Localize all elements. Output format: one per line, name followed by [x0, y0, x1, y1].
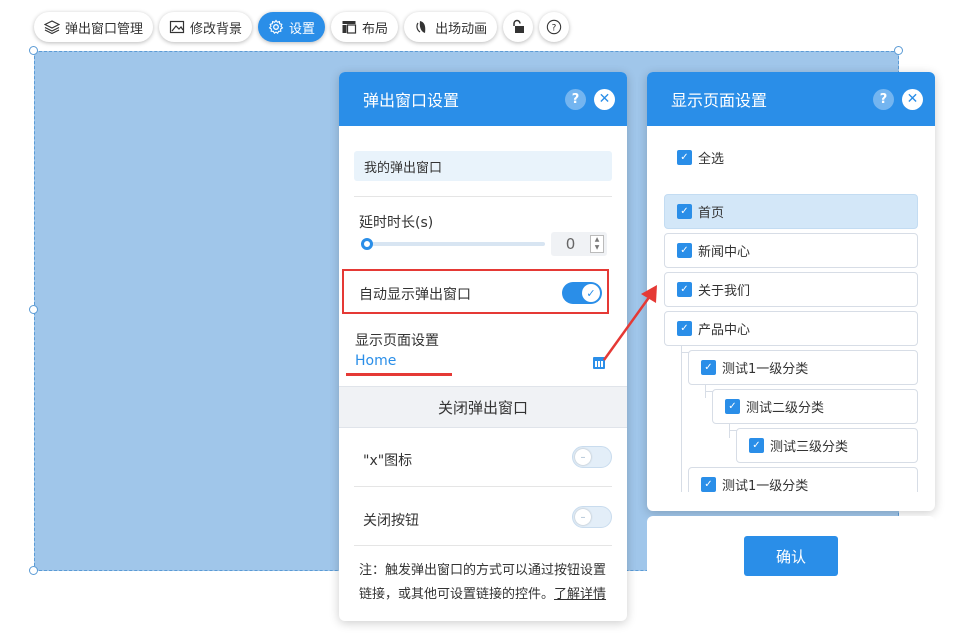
close-icon[interactable]: ✕ [594, 88, 615, 110]
close-button-label: 关闭按钮 [363, 513, 419, 529]
delay-stepper[interactable]: ▲ ▼ [590, 235, 604, 253]
help-button[interactable]: ? [539, 12, 570, 42]
divider [354, 545, 612, 546]
close-button-toggle[interactable]: – [572, 506, 612, 528]
delay-slider-thumb[interactable] [361, 238, 373, 250]
stepper-up-icon[interactable]: ▲ [591, 236, 603, 244]
delay-label: 延时时长(s) [359, 215, 434, 231]
page-tree-item[interactable]: ✓ 测试1一级分类 [688, 350, 918, 385]
auto-show-toggle[interactable]: ✓ [562, 282, 602, 304]
page-tree-item[interactable]: ✓ 关于我们 [664, 272, 918, 307]
page-tree-item[interactable]: ✓ 测试三级分类 [736, 428, 918, 463]
checkbox-checked-icon[interactable]: ✓ [677, 321, 692, 336]
layout-button[interactable]: 布局 [331, 12, 399, 42]
page-tree-item-label: 首页 [698, 206, 725, 221]
x-icon-toggle[interactable]: – [572, 446, 612, 468]
checkbox-checked-icon: ✓ [677, 150, 692, 165]
resize-handle-left[interactable] [29, 305, 38, 314]
question-icon[interactable]: ? [873, 88, 894, 110]
checkbox-checked-icon[interactable]: ✓ [725, 399, 740, 414]
resize-handle-bottom-left[interactable] [29, 566, 38, 575]
checkbox-checked-icon[interactable]: ✓ [677, 204, 692, 219]
svg-text:?: ? [552, 24, 557, 34]
learn-more-link[interactable]: 了解详情 [554, 587, 606, 602]
question-icon: ? [546, 19, 562, 35]
page-tree: ✓ 首页 ✓ 新闻中心 ✓ 关于我们 ✓ 产品中心 ✓ 测试1一级分类 ✓ 测试二级分类 ✓ 测试三级分类… [647, 194, 935, 492]
x-icon-label: "x"图标 [363, 453, 413, 469]
layout-icon [341, 19, 357, 35]
minus-icon: – [575, 449, 591, 465]
select-all-label: 全选 [698, 152, 725, 167]
delay-value: 0 [565, 235, 576, 253]
tree-connector [681, 334, 682, 492]
page-tree-item[interactable]: ✓ 首页 [664, 194, 918, 229]
layers-icon [44, 19, 60, 35]
checkbox-checked-icon[interactable]: ✓ [749, 438, 764, 453]
popup-settings-title: 弹出窗口设置 [363, 91, 460, 110]
close-icon[interactable]: ✕ [902, 88, 923, 110]
animation-icon [414, 19, 430, 35]
popup-manage-button[interactable]: 弹出窗口管理 [34, 12, 154, 42]
entrance-animation-button[interactable]: 出场动画 [404, 12, 498, 42]
checkbox-checked-icon[interactable]: ✓ [677, 243, 692, 258]
select-all-checkbox[interactable]: ✓ 全选 [677, 148, 724, 167]
delay-slider-track[interactable] [363, 242, 545, 246]
close-section-title: 关闭弹出窗口 [437, 398, 528, 417]
checkbox-checked-icon[interactable]: ✓ [701, 477, 716, 492]
popup-name-input[interactable] [354, 151, 612, 181]
confirm-button[interactable]: 确认 [744, 536, 838, 576]
page-tree-item-label: 产品中心 [698, 323, 751, 338]
divider [354, 486, 612, 487]
page-tree-item[interactable]: ✓ 测试二级分类 [712, 389, 918, 424]
change-background-label: 修改背景 [190, 21, 243, 37]
unlock-icon [510, 19, 526, 35]
checkbox-checked-icon[interactable]: ✓ [701, 360, 716, 375]
page-settings-icon[interactable] [593, 357, 605, 369]
page-tree-item-label: 新闻中心 [698, 245, 751, 260]
page-tree-item[interactable]: ✓ 测试1一级分类 [688, 467, 918, 492]
check-icon: ✓ [582, 284, 600, 302]
auto-show-label: 自动显示弹出窗口 [359, 287, 471, 303]
editor-root: 弹出窗口管理 修改背景 设置 布局 出场动画 ? 弹出窗口设置 ? ✕ 我的弹出… [0, 0, 977, 640]
resize-handle-top-left[interactable] [29, 46, 38, 55]
minus-icon: – [575, 509, 591, 525]
popup-settings-header: 弹出窗口设置 ? ✕ [339, 72, 627, 126]
page-tree-item[interactable]: ✓ 产品中心 [664, 311, 918, 346]
stepper-down-icon[interactable]: ▼ [591, 244, 603, 252]
popup-settings-panel: 弹出窗口设置 ? ✕ 延时时长(s) 0 ▲▼ 自动显示弹出窗口 ✓ 显示页面设… [339, 72, 627, 621]
checkbox-checked-icon[interactable]: ✓ [677, 282, 692, 297]
popup-manage-label: 弹出窗口管理 [65, 21, 144, 37]
layout-label: 布局 [362, 21, 389, 37]
display-pages-header: 显示页面设置 ? ✕ [647, 72, 935, 126]
display-pages-title: 显示页面设置 [671, 91, 768, 110]
settings-button[interactable]: 设置 [258, 12, 326, 42]
resize-handle-top-right[interactable] [894, 46, 903, 55]
note-text: 注：触发弹出窗口的方式可以通过按钮设置链接，或其他可设置链接的控件。了解详情 [359, 559, 611, 607]
page-tree-item[interactable]: ✓ 新闻中心 [664, 233, 918, 268]
change-background-button[interactable]: 修改背景 [159, 12, 253, 42]
delay-number-input[interactable]: 0 ▲ ▼ [551, 232, 607, 256]
image-icon [169, 19, 185, 35]
settings-label: 设置 [289, 21, 316, 37]
page-tree-item-label: 测试1一级分类 [722, 362, 809, 377]
display-pages-panel: 显示页面设置 ? ✕ ✓ 全选 ✓ 首页 ✓ 新闻中心 ✓ 关于我们 ✓ 产品中心 ✓ 测试1一级… [647, 72, 935, 511]
page-tree-item-label: 测试二级分类 [746, 401, 825, 416]
page-tree-item-label: 关于我们 [698, 284, 751, 299]
entrance-animation-label: 出场动画 [435, 21, 488, 37]
gear-icon [268, 19, 284, 35]
display-pages-value-link[interactable]: Home [355, 353, 396, 369]
annotation-underline [346, 373, 452, 376]
top-toolbar: 弹出窗口管理 修改背景 设置 布局 出场动画 ? [34, 11, 575, 43]
question-icon[interactable]: ? [565, 88, 586, 110]
divider [354, 196, 612, 197]
display-pages-label: 显示页面设置 [355, 333, 439, 349]
page-tree-item-label: 测试1一级分类 [722, 479, 809, 492]
close-section-header: 关闭弹出窗口 [339, 386, 627, 428]
page-tree-item-label: 测试三级分类 [770, 440, 849, 455]
unlock-button[interactable] [503, 12, 534, 42]
